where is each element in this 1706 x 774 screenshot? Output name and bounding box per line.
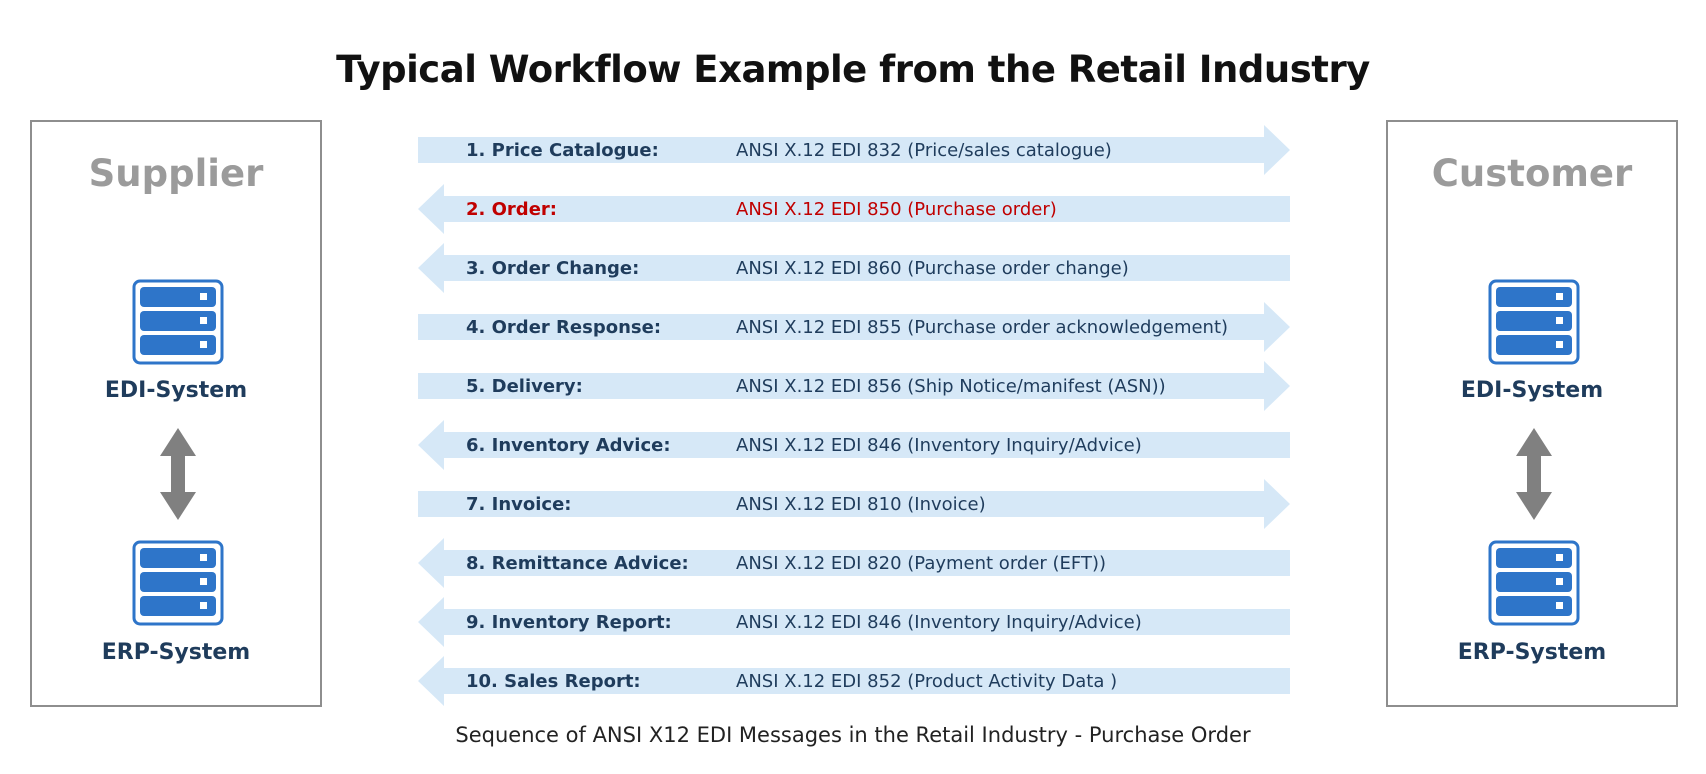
message-row: 7. Invoice: ANSI X.12 EDI 810 (Invoice)	[418, 479, 1290, 529]
message-flow: 1. Price Catalogue: ANSI X.12 EDI 832 (Pr…	[418, 125, 1290, 706]
message-code: ANSI X.12 EDI 832 (Price/sales catalogue…	[736, 140, 1112, 161]
message-row: 10. Sales Report: ANSI X.12 EDI 852 (Prod…	[418, 656, 1290, 706]
message-code: ANSI X.12 EDI 820 (Payment order (EFT))	[736, 553, 1106, 574]
message-label: 4. Order Response:	[466, 317, 661, 338]
message-label: 8. Remittance Advice:	[466, 553, 689, 574]
message-label: 9. Inventory Report:	[466, 612, 672, 633]
message-row: 8. Remittance Advice: ANSI X.12 EDI 820 (…	[418, 538, 1290, 588]
message-row: 2. Order: ANSI X.12 EDI 850 (Purchase ord…	[418, 184, 1290, 234]
message-label: 3. Order Change:	[466, 258, 639, 279]
message-code: ANSI X.12 EDI 860 (Purchase order change…	[736, 258, 1129, 279]
message-code: ANSI X.12 EDI 846 (Inventory Inquiry/Adv…	[736, 435, 1142, 456]
message-row: 4. Order Response: ANSI X.12 EDI 855 (Pur…	[418, 302, 1290, 352]
message-row: 9. Inventory Report: ANSI X.12 EDI 846 (I…	[418, 597, 1290, 647]
message-code: ANSI X.12 EDI 856 (Ship Notice/manifest …	[736, 376, 1166, 397]
message-label: 10. Sales Report:	[466, 671, 641, 692]
caption: Sequence of ANSI X12 EDI Messages in the…	[455, 723, 1251, 747]
message-code: ANSI X.12 EDI 855 (Purchase order acknow…	[736, 317, 1228, 338]
message-label: 5. Delivery:	[466, 376, 583, 397]
message-code: ANSI X.12 EDI 846 (Inventory Inquiry/Adv…	[736, 612, 1142, 633]
message-label: 1. Price Catalogue:	[466, 140, 659, 161]
message-label: 2. Order:	[466, 199, 557, 220]
message-code: ANSI X.12 EDI 852 (Product Activity Data…	[736, 671, 1117, 692]
message-label: 6. Inventory Advice:	[466, 435, 671, 456]
message-row: 6. Inventory Advice: ANSI X.12 EDI 846 (I…	[418, 420, 1290, 470]
message-row: 3. Order Change: ANSI X.12 EDI 860 (Purch…	[418, 243, 1290, 293]
message-row: 1. Price Catalogue: ANSI X.12 EDI 832 (Pr…	[418, 125, 1290, 175]
message-label: 7. Invoice:	[466, 494, 572, 515]
message-row: 5. Delivery: ANSI X.12 EDI 856 (Ship Noti…	[418, 361, 1290, 411]
message-code: ANSI X.12 EDI 810 (Invoice)	[736, 494, 986, 515]
message-code: ANSI X.12 EDI 850 (Purchase order)	[736, 199, 1057, 220]
